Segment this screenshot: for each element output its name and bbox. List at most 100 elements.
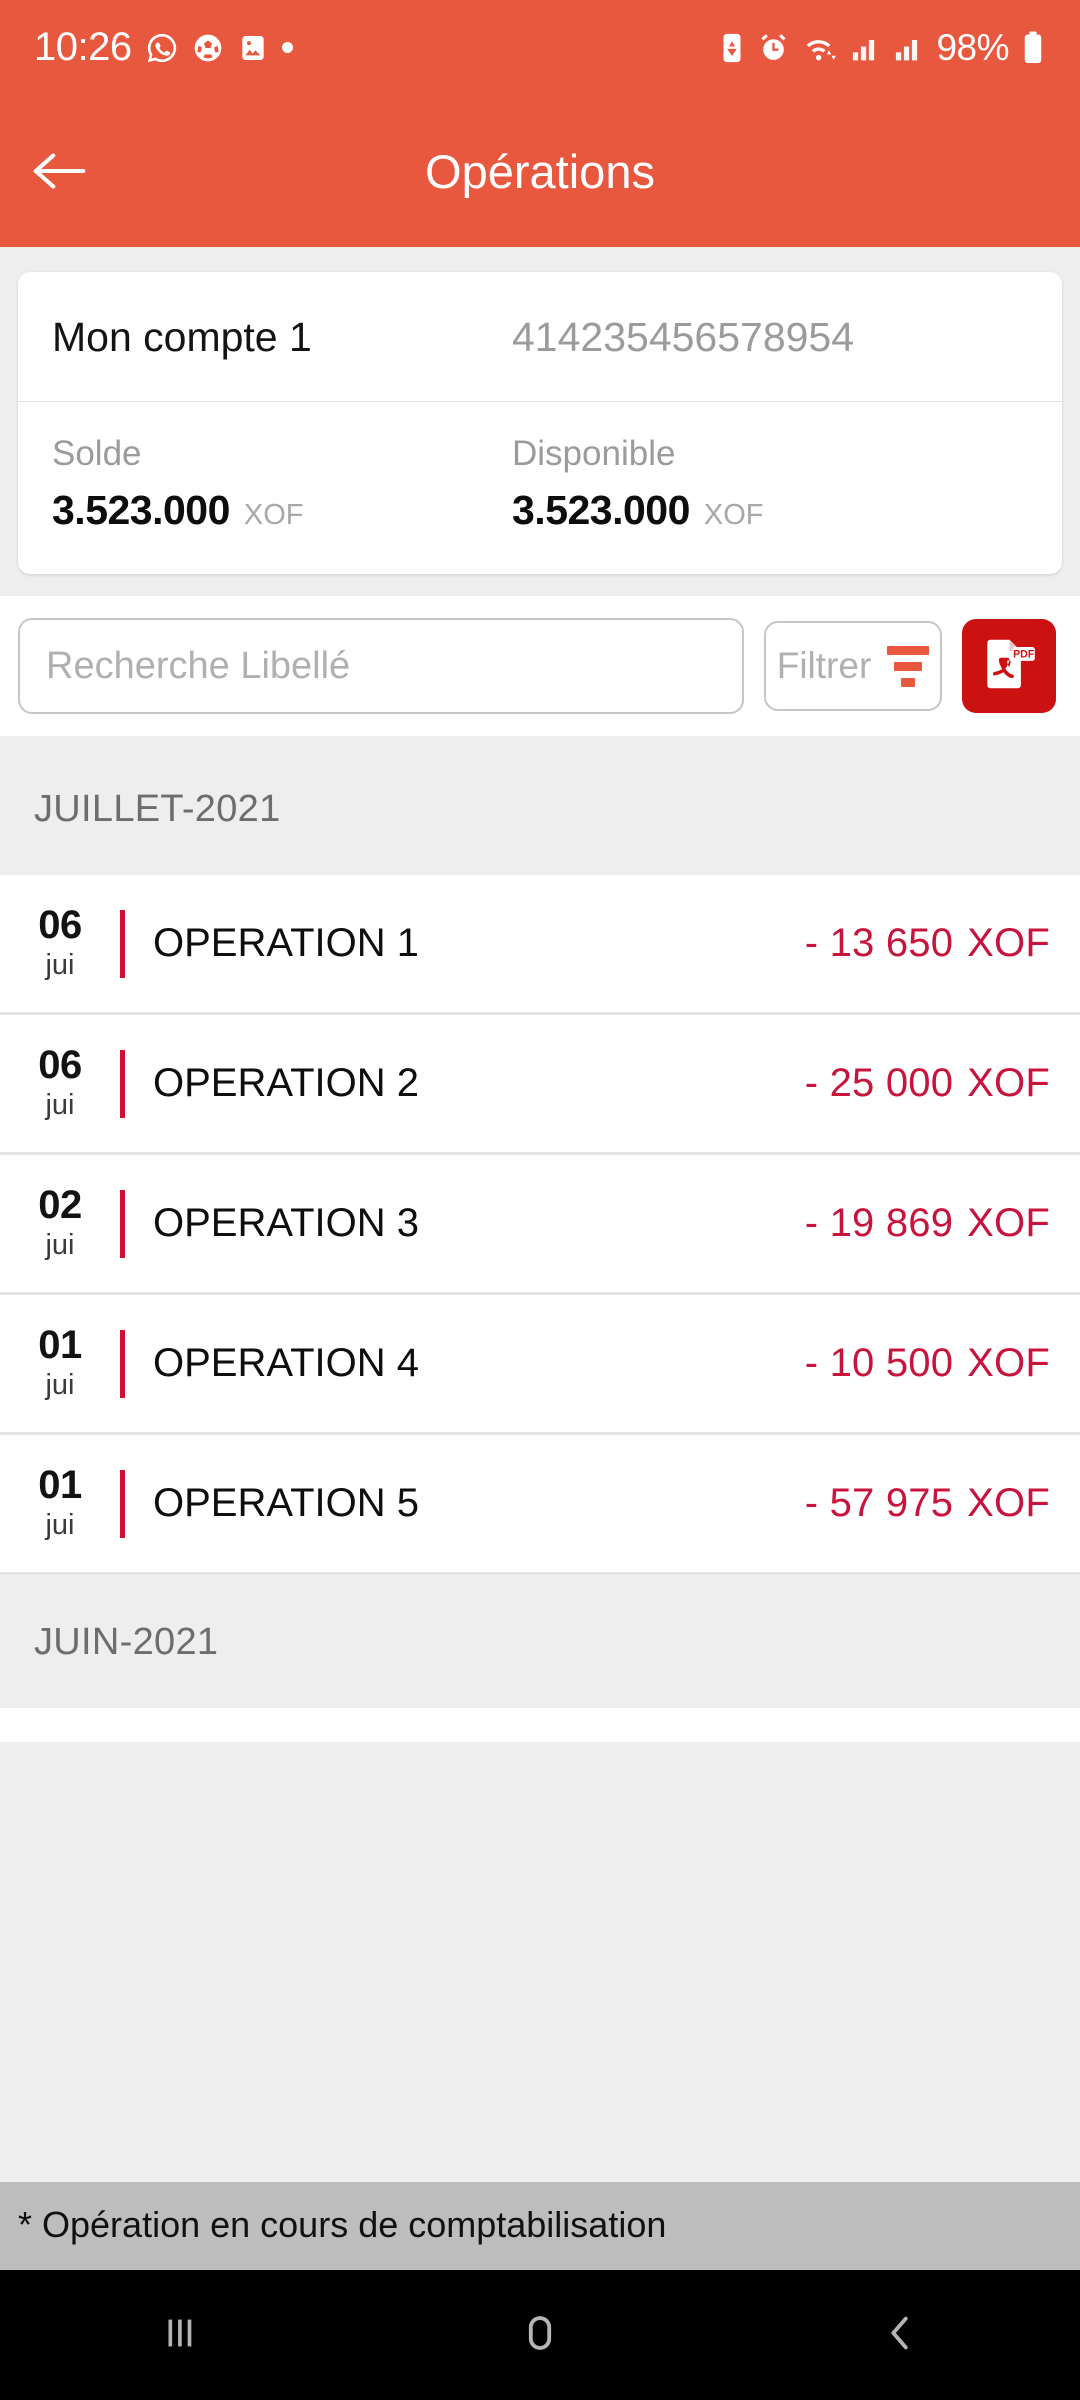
transaction-amount: - 13 650 XOF — [805, 921, 1050, 966]
transaction-amount-value: - 10 500 — [804, 1341, 954, 1385]
transaction-date: 02 jui — [0, 1184, 120, 1263]
row-accent-bar — [120, 1189, 125, 1258]
status-bar-right: 98% — [718, 27, 1046, 69]
available-currency: XOF — [703, 499, 764, 531]
status-bar-left: 10:26 — [34, 25, 293, 70]
transaction-label: OPERATION 4 — [153, 1341, 419, 1385]
row-accent-bar — [120, 1049, 125, 1118]
transaction-label: OPERATION 3 — [153, 1201, 419, 1245]
dot-icon — [281, 42, 293, 53]
status-bar: 10:26 98% — [0, 0, 1080, 95]
account-card-balances: Solde 3.523.000 XOF Disponible 3.523.000… — [18, 402, 1062, 574]
back-icon — [877, 2310, 923, 2361]
photos-icon — [237, 32, 269, 64]
status-time: 10:26 — [34, 25, 132, 69]
balance-block: Solde 3.523.000 XOF — [52, 434, 512, 534]
table-row[interactable]: 01 jui OPERATION 5 - 57 975 XOF — [0, 1435, 1080, 1575]
available-block: Disponible 3.523.000 XOF — [512, 434, 764, 534]
search-placeholder: Recherche Libellé — [46, 644, 351, 687]
transaction-amount-currency: XOF — [967, 1341, 1050, 1385]
scroll-spacer — [0, 1742, 1080, 2182]
available-amount: 3.523.000 — [512, 487, 690, 533]
signal-2-icon — [893, 32, 925, 64]
app-bar: Opérations — [0, 95, 1080, 247]
transaction-label: OPERATION 2 — [153, 1061, 419, 1105]
balance-label: Solde — [52, 434, 142, 473]
transaction-date: 06 jui — [0, 904, 120, 983]
phone-screen: 10:26 98% Opérations Mon compte 1 414235… — [0, 0, 1080, 2400]
home-icon — [517, 2310, 563, 2361]
battery-icon — [1020, 30, 1046, 66]
recents-icon — [157, 2310, 203, 2361]
transaction-amount: - 57 975 XOF — [805, 1481, 1050, 1526]
transaction-day: 02 — [38, 1183, 82, 1228]
month-header-juin: JUIN-2021 — [0, 1575, 1080, 1708]
table-row[interactable]: 01 jui OPERATION 4 - 10 500 XOF — [0, 1295, 1080, 1435]
transaction-amount-currency: XOF — [967, 921, 1050, 965]
account-number: 414235456578954 — [512, 314, 855, 360]
month-header-juillet: JUILLET-2021 — [0, 736, 1080, 875]
transaction-amount-currency: XOF — [967, 1201, 1050, 1245]
row-accent-bar — [120, 1469, 125, 1538]
transaction-label: OPERATION 1 — [153, 921, 419, 965]
transaction-amount-currency: XOF — [967, 1061, 1050, 1105]
footnote: * Opération en cours de comptabilisation — [0, 2182, 1080, 2270]
transaction-month: jui — [45, 1369, 75, 1402]
transaction-day: 06 — [38, 903, 82, 948]
transaction-amount-value: - 13 650 — [804, 921, 954, 965]
svg-text:PDF: PDF — [1013, 648, 1035, 660]
balance-currency: XOF — [243, 499, 304, 531]
account-card-header: Mon compte 1 414235456578954 — [18, 272, 1062, 401]
whatsapp-icon — [145, 31, 179, 65]
battery-percent: 98% — [936, 26, 1009, 68]
transaction-day: 06 — [38, 1043, 82, 1088]
signal-1-icon — [850, 32, 882, 64]
balance-amount: 3.523.000 — [52, 487, 230, 533]
table-row[interactable]: 06 jui OPERATION 2 - 25 000 XOF — [0, 1015, 1080, 1155]
row-accent-bar — [120, 1329, 125, 1398]
transaction-date: 01 jui — [0, 1464, 120, 1543]
export-pdf-button[interactable]: PDF — [962, 619, 1056, 713]
toolbar: Recherche Libellé Filtrer PDF — [0, 596, 1080, 736]
table-row[interactable]: 06 jui OPERATION 1 - 13 650 XOF — [0, 875, 1080, 1015]
transaction-day: 01 — [38, 1323, 82, 1368]
home-button[interactable] — [450, 2270, 630, 2400]
recents-button[interactable] — [90, 2270, 270, 2400]
account-card-wrapper: Mon compte 1 414235456578954 Solde 3.523… — [0, 247, 1080, 574]
transaction-amount-value: - 57 975 — [804, 1481, 954, 1525]
pdf-icon: PDF — [978, 633, 1040, 700]
wifi-icon — [801, 31, 839, 64]
transaction-amount: - 19 869 XOF — [805, 1201, 1050, 1246]
back-button[interactable] — [0, 147, 120, 195]
list-tail — [0, 1708, 1080, 1742]
transaction-amount-currency: XOF — [967, 1481, 1050, 1525]
transaction-date: 01 jui — [0, 1324, 120, 1403]
page-title: Opérations — [425, 144, 655, 198]
transaction-label: OPERATION 5 — [153, 1481, 419, 1525]
content-area: Mon compte 1 414235456578954 Solde 3.523… — [0, 247, 1080, 2182]
filter-icon — [887, 645, 930, 687]
account-card[interactable]: Mon compte 1 414235456578954 Solde 3.523… — [18, 272, 1062, 574]
transaction-amount: - 25 000 XOF — [805, 1061, 1050, 1106]
football-icon — [192, 32, 224, 64]
transaction-month: jui — [45, 949, 75, 982]
filter-label: Filtrer — [776, 645, 872, 686]
transaction-month: jui — [45, 1229, 75, 1262]
transaction-list: 06 jui OPERATION 1 - 13 650 XOF 06 jui OP… — [0, 875, 1080, 1575]
filter-button[interactable]: Filtrer — [764, 621, 942, 711]
android-nav-bar — [0, 2270, 1080, 2400]
account-name: Mon compte 1 — [52, 314, 312, 360]
data-saver-icon — [718, 31, 746, 65]
back-nav-button[interactable] — [810, 2270, 990, 2400]
transaction-month: jui — [45, 1509, 75, 1542]
transaction-amount-value: - 25 000 — [804, 1061, 954, 1105]
available-label: Disponible — [512, 434, 676, 473]
transaction-date: 06 jui — [0, 1044, 120, 1123]
transaction-day: 01 — [38, 1463, 82, 1508]
table-row[interactable]: 02 jui OPERATION 3 - 19 869 XOF — [0, 1155, 1080, 1295]
alarm-icon — [757, 31, 790, 64]
row-accent-bar — [120, 909, 125, 978]
search-input[interactable]: Recherche Libellé — [18, 618, 744, 714]
transaction-amount: - 10 500 XOF — [805, 1341, 1050, 1386]
transaction-amount-value: - 19 869 — [804, 1201, 954, 1245]
